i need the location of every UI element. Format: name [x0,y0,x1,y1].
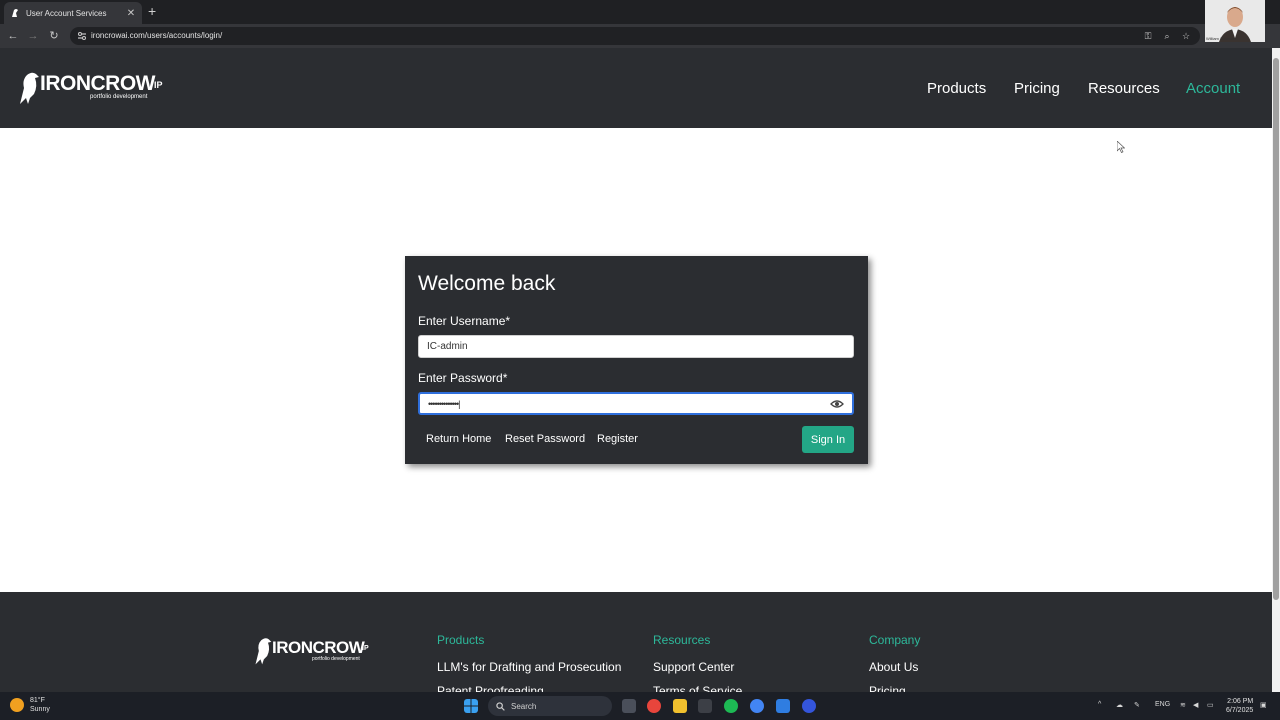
nav-pricing[interactable]: Pricing [1014,80,1060,97]
battery-icon[interactable]: ▭ [1207,701,1214,709]
onedrive-icon[interactable]: ☁ [1116,701,1123,709]
page-scrollbar[interactable] [1272,48,1280,692]
weather-widget[interactable]: 81°F Sunny [10,696,50,714]
footer-logo[interactable]: IRONCROW IP portfolio development [252,636,376,670]
browser-toolbar: ← → ↻ ironcrowai.com/users/accounts/logi… [0,24,1280,48]
footer-link-about-us[interactable]: About Us [869,660,918,674]
nav-products[interactable]: Products [927,80,986,97]
footer-link-pricing[interactable]: Pricing [869,684,906,692]
tab-close-icon[interactable]: ✕ [126,8,136,19]
forward-icon[interactable]: → [26,29,40,43]
search-icon [496,701,505,711]
footer-link-llm-drafting[interactable]: LLM's for Drafting and Prosecution [437,660,621,674]
logo-suffix: IP [154,80,163,90]
webcam-caption: William Scheerer [1206,36,1237,41]
browser-tab-strip: User Account Services ✕ + [0,0,1280,24]
volume-icon[interactable]: ◀ [1193,701,1198,709]
wifi-icon[interactable]: ≋ [1180,701,1186,709]
footer-link-patent-proofreading[interactable]: Patent Proofreading [437,684,544,692]
taskbar-search[interactable]: Search [488,696,612,716]
username-value: IC-admin [427,341,468,352]
footer-crow-logo-icon [255,638,272,665]
tab-title: User Account Services [26,8,107,18]
chrome-icon[interactable] [647,699,661,713]
zoom-icon[interactable]: ⌕ [1161,30,1173,42]
register-link[interactable]: Register [597,433,638,445]
crow-logo-icon [20,72,39,104]
taskbar-clock[interactable]: 2:06 PM 6/7/2025 [1226,697,1253,715]
address-bar[interactable]: ironcrowai.com/users/accounts/login/ ⚿ ⌕… [70,27,1200,45]
nav-resources[interactable]: Resources [1088,80,1160,97]
mouse-cursor-icon [1117,141,1125,153]
site-header: IRONCROW IP portfolio development Produc… [0,48,1272,128]
task-view-icon[interactable] [622,699,636,713]
username-field[interactable]: IC-admin [418,335,854,358]
terminal-icon[interactable] [698,699,712,713]
url-text: ironcrowai.com/users/accounts/login/ [91,31,223,40]
sun-weather-icon [10,698,24,712]
password-field[interactable]: ••••••••••••••| [418,392,854,415]
windows-start-icon[interactable] [464,699,478,713]
weather-condition: Sunny [30,706,50,713]
footer-link-terms-of-service[interactable]: Terms of Service [653,684,742,692]
show-password-eye-icon[interactable] [830,399,844,409]
footer-logo-suffix: IP [362,645,369,652]
pen-icon[interactable]: ✎ [1134,701,1140,709]
crow-favicon-icon [12,9,18,17]
language-indicator[interactable]: ENG [1155,701,1170,708]
browser-tab[interactable]: User Account Services ✕ [4,2,142,24]
ironcrow-logo[interactable]: IRONCROW IP portfolio development [16,70,166,110]
footer-logo-wordmark: IRONCROW [272,638,365,657]
reload-icon[interactable]: ↻ [47,29,61,43]
search-label: Search [511,701,537,711]
return-home-link[interactable]: Return Home [426,433,491,445]
footer-link-support-center[interactable]: Support Center [653,660,734,674]
spotify-icon[interactable] [724,699,738,713]
bookmark-star-icon[interactable]: ☆ [1180,30,1192,42]
new-tab-button[interactable]: + [148,4,156,18]
notification-bell-icon[interactable]: ▣ [1260,701,1267,709]
clock-date: 6/7/2025 [1226,707,1254,714]
notepad-icon[interactable] [776,699,790,713]
file-explorer-icon[interactable] [673,699,687,713]
tray-overflow-icon[interactable]: ^ [1098,701,1101,708]
login-title: Welcome back [418,272,556,295]
site-footer: IRONCROW IP portfolio development Produc… [0,592,1272,692]
nav-account[interactable]: Account [1186,80,1240,97]
app-icon[interactable] [802,699,816,713]
login-card: Welcome back Enter Username* IC-admin En… [405,256,868,464]
chrome-profile-icon[interactable] [750,699,764,713]
weather-temperature: 81°F [30,697,45,704]
scrollbar-thumb[interactable] [1273,58,1279,600]
reset-password-link[interactable]: Reset Password [505,433,585,445]
logo-tagline: portfolio development [90,94,148,100]
webcam-overlay: William Scheerer [1205,0,1265,42]
footer-resources-heading: Resources [653,633,711,647]
sign-in-button[interactable]: Sign In [802,426,854,453]
footer-logo-tagline: portfolio development [312,656,360,662]
clock-time: 2:06 PM [1227,698,1254,705]
password-value: ••••••••••••••| [428,398,460,409]
site-info-icon[interactable] [76,30,88,42]
password-key-icon[interactable]: ⚿ [1142,30,1154,42]
footer-products-heading: Products [437,633,485,647]
password-label: Enter Password* [418,371,508,385]
back-icon[interactable]: ← [6,29,20,43]
logo-wordmark: IRONCROW [40,72,156,95]
windows-taskbar: 81°F Sunny Search ^ ☁ ✎ ENG ≋ ◀ ▭ 2:06 P… [0,692,1280,720]
username-label: Enter Username* [418,314,511,328]
footer-company-heading: Company [869,633,921,647]
